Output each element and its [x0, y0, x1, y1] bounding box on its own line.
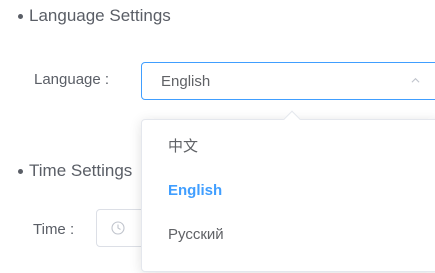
- time-label: Time :: [33, 221, 75, 238]
- chevron-up-icon[interactable]: [411, 76, 420, 85]
- language-label: Language :: [34, 71, 110, 88]
- language-select[interactable]: English: [141, 62, 435, 100]
- language-option-russian[interactable]: Русский: [142, 221, 435, 265]
- time-settings-heading: Time Settings: [18, 161, 132, 181]
- language-option-chinese[interactable]: 中文: [142, 133, 435, 177]
- language-dropdown-menu: 中文 English Русский: [141, 110, 435, 272]
- dropdown-caret: [283, 110, 301, 128]
- clock-icon: [111, 221, 125, 235]
- time-settings-title: Time Settings: [29, 161, 133, 180]
- language-settings-title: Language Settings: [29, 6, 171, 25]
- language-settings-heading: Language Settings: [18, 6, 171, 26]
- language-option-english[interactable]: English: [142, 177, 435, 221]
- bullet-icon: [18, 168, 23, 174]
- language-select-value: English: [161, 72, 211, 90]
- bullet-icon: [18, 13, 23, 19]
